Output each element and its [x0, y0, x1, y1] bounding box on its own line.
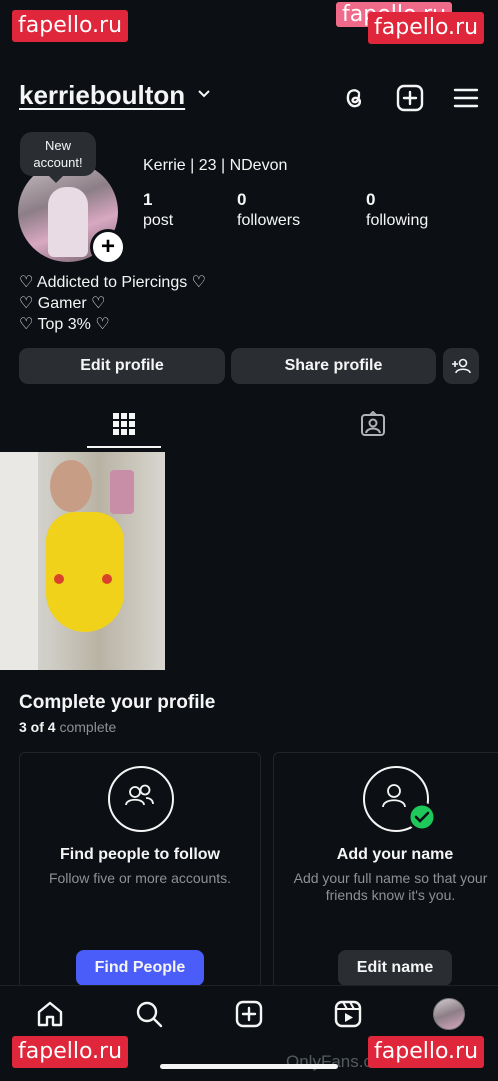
find-people-title: Find people to follow — [60, 846, 220, 863]
display-name: Kerrie | 23 | NDevon — [143, 157, 288, 174]
discover-people-button[interactable] — [443, 348, 479, 384]
add-person-icon — [452, 358, 471, 374]
people-icon — [125, 784, 154, 806]
followers-count[interactable]: 0 — [237, 190, 246, 210]
watermark-bottom-left: fapello.ru — [12, 1036, 129, 1068]
profile-avatar[interactable] — [433, 998, 465, 1030]
create-icon[interactable] — [396, 84, 424, 112]
share-profile-button[interactable]: Share profile — [231, 348, 436, 384]
username-switcher[interactable]: kerrieboulton — [19, 80, 185, 111]
edit-profile-button[interactable]: Edit profile — [19, 348, 225, 384]
bio-line-1: ♡ Addicted to Piercings ♡ — [19, 274, 206, 291]
chevron-down-icon[interactable] — [196, 86, 212, 102]
grid-icon[interactable] — [113, 413, 135, 435]
posts-count: 1 — [143, 190, 153, 209]
post-thumbnail[interactable] — [0, 452, 165, 670]
add-name-title: Add your name — [336, 846, 454, 863]
watermark-top-right: fapello.ru — [368, 12, 485, 44]
edit-name-button[interactable]: Edit name — [338, 950, 452, 986]
complete-profile-title: Complete your profile — [19, 692, 216, 713]
create-post-icon[interactable] — [235, 1000, 263, 1028]
tagged-icon[interactable] — [360, 411, 386, 437]
add-story-button[interactable]: + — [90, 229, 126, 265]
complete-profile-progress: 3 of 4 complete — [19, 719, 116, 735]
watermark-bottom-right: fapello.ru — [368, 1036, 485, 1068]
following-label[interactable]: following — [366, 212, 428, 230]
new-account-bubble: New account! — [20, 132, 96, 176]
check-icon — [407, 802, 437, 832]
people-icon-circle — [108, 766, 174, 832]
reels-icon[interactable] — [334, 1000, 362, 1028]
add-name-desc: Add your full name so that your friends … — [293, 870, 488, 903]
threads-icon[interactable] — [340, 84, 368, 112]
find-people-button[interactable]: Find People — [76, 950, 204, 986]
bio-line-2: ♡ Gamer ♡ — [19, 295, 106, 312]
bubble-tail — [48, 175, 64, 183]
menu-icon[interactable] — [452, 84, 480, 112]
progress-count: 3 of 4 — [19, 719, 56, 735]
progress-word: complete — [59, 719, 117, 735]
active-tab-indicator — [87, 446, 161, 448]
find-people-desc: Follow five or more accounts. — [48, 870, 232, 886]
home-indicator[interactable] — [160, 1064, 338, 1069]
followers-label[interactable]: followers — [237, 212, 300, 230]
bio-line-3: ♡ Top 3% ♡ — [19, 316, 110, 333]
search-icon[interactable] — [135, 1000, 163, 1028]
posts-label: post — [143, 212, 174, 229]
following-count[interactable]: 0 — [366, 190, 375, 210]
home-icon[interactable] — [36, 1000, 64, 1028]
watermark-top-left: fapello.ru — [12, 10, 129, 42]
